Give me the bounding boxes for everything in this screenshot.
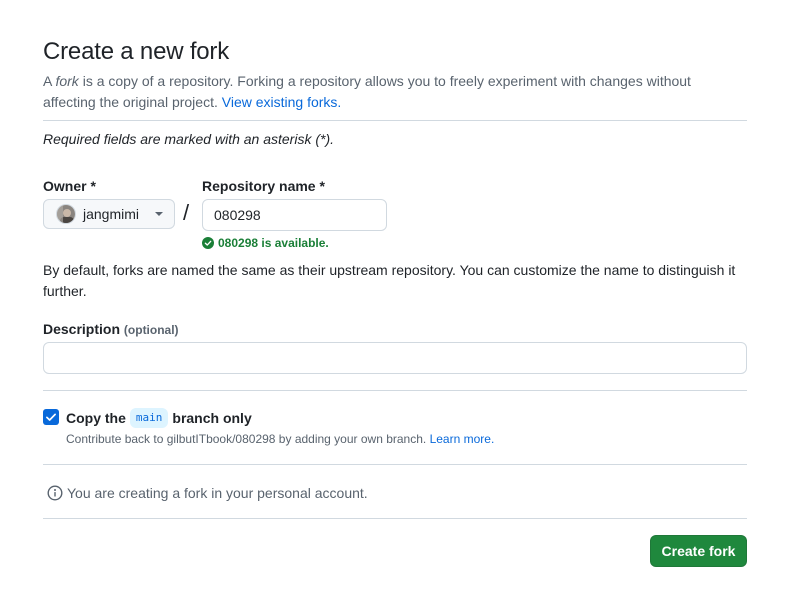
view-existing-forks-link[interactable]: View existing forks. (222, 94, 342, 110)
page-title: Create a new fork (43, 38, 230, 65)
naming-help-text: By default, forks are named the same as … (43, 262, 736, 299)
repository-name-input[interactable] (202, 199, 387, 231)
personal-account-info-text: You are creating a fork in your personal… (67, 485, 368, 501)
subtitle-body: is a copy of a repository. Forking a rep… (43, 73, 691, 110)
info-icon (47, 485, 63, 501)
copy-branch-suffix: branch only (172, 410, 252, 426)
description-label: Description (optional) (43, 321, 179, 337)
copy-main-branch-checkbox[interactable] (43, 409, 59, 425)
copy-branch-label[interactable]: Copy the main branch only (66, 408, 252, 428)
owner-repo-separator: / (183, 200, 190, 225)
owner-select-button[interactable]: jangmimi (43, 199, 175, 229)
copy-branch-hint-text: Contribute back to gilbutITbook/080298 b… (66, 432, 430, 446)
copy-branch-hint: Contribute back to gilbutITbook/080298 b… (66, 432, 494, 446)
divider (43, 464, 747, 465)
required-fields-note: Required fields are marked with an aster… (43, 131, 335, 147)
subtitle-fork-term: fork (55, 73, 79, 89)
owner-name: jangmimi (83, 206, 140, 222)
availability-text: 080298 is available. (218, 236, 329, 250)
owner-label: Owner * (43, 178, 96, 194)
repository-name-label: Repository name * (202, 178, 325, 194)
copy-branch-prefix: Copy the (66, 410, 126, 426)
checkmark-icon (46, 413, 56, 421)
learn-more-link[interactable]: Learn more. (430, 432, 495, 446)
personal-account-info: You are creating a fork in your personal… (47, 485, 368, 501)
divider (43, 390, 747, 391)
page-subtitle: A fork is a copy of a repository. Forkin… (43, 71, 743, 113)
description-input[interactable] (43, 342, 747, 374)
subtitle-prefix: A (43, 73, 56, 89)
user-avatar (56, 204, 76, 224)
divider (43, 518, 747, 519)
create-fork-button[interactable]: Create fork (650, 535, 747, 567)
availability-message: 080298 is available. (202, 236, 329, 250)
triangle-down-icon (155, 212, 163, 216)
branch-name-code: main (129, 408, 169, 428)
divider (43, 120, 747, 121)
description-label-text: Description (43, 321, 121, 337)
check-circle-fill-icon (202, 237, 214, 249)
optional-tag: (optional) (123, 323, 179, 337)
